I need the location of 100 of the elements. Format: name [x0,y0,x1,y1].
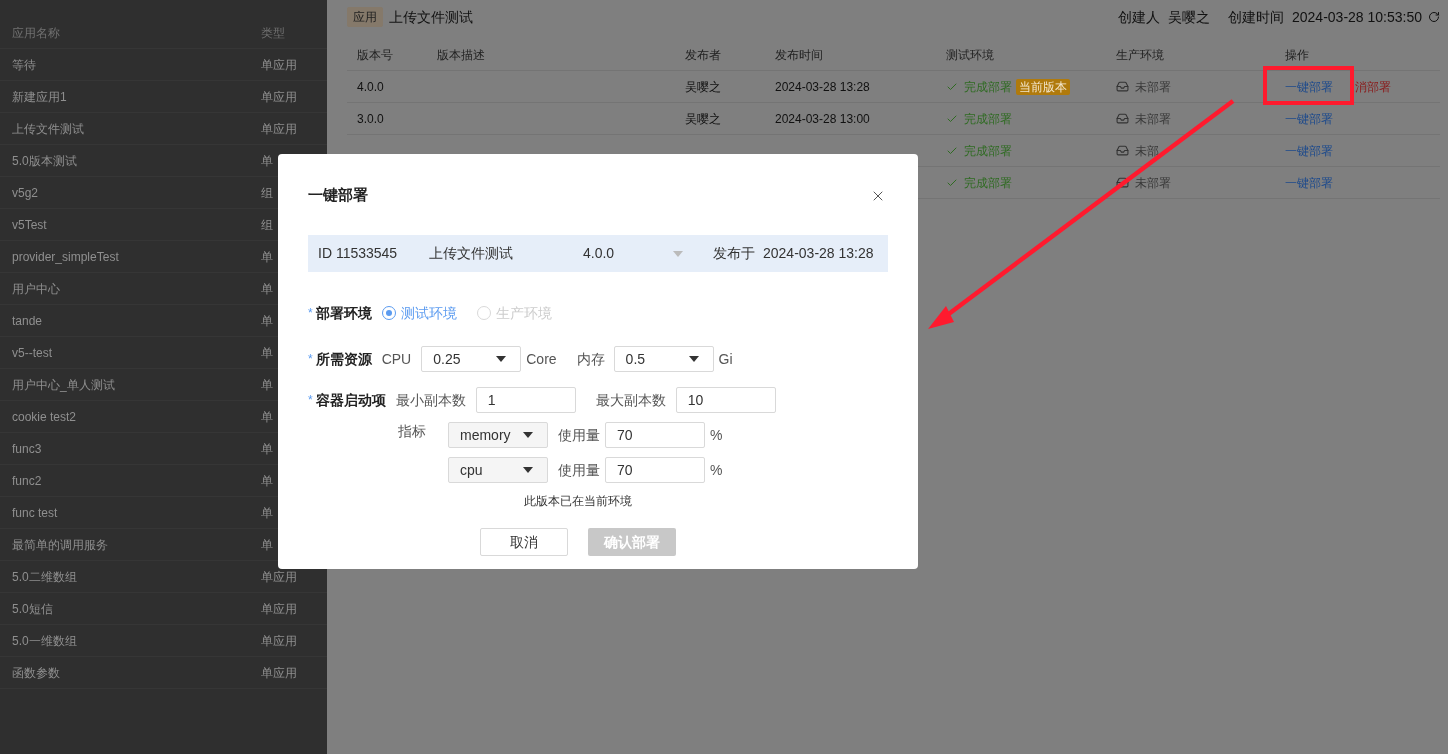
app-type: 单应用 [261,120,297,138]
app-type: 单应用 [261,632,297,650]
app-type: 单应用 [261,664,297,682]
app-name: provider_simpleTest [12,248,120,266]
caret-icon [523,467,533,473]
publisher-cell: 吴嘤之 [685,111,721,126]
app-type: 单 [261,344,273,362]
refresh-icon[interactable] [1428,11,1440,23]
time-cell: 2024-03-28 13:00 [775,111,870,126]
app-type: 单应用 [261,56,297,74]
app-type: 单 [261,376,273,394]
column-header: 版本号 [357,47,393,62]
version-cell: 4.0.0 [357,79,384,94]
app-name: 函数参数 [12,664,61,682]
column-header: 应用名称 [12,24,61,42]
required-mark: * [308,305,313,322]
app-name: 上传文件测试 [429,244,514,263]
app-list-row[interactable]: 函数参数 单应用 [0,657,327,689]
app-type: 组 [261,216,273,234]
status-note: 此版本已在当前环境 [524,493,632,510]
undeploy-link[interactable]: 消部署 [1355,77,1391,96]
published-time: 2024-03-28 13:28 [763,244,874,263]
column-header: 发布者 [685,47,721,62]
app-list-row[interactable]: 等待 单应用 [0,49,327,81]
min-replicas-label: 最小副本数 [395,390,466,410]
prod-env-status: 未部署 [1135,110,1171,128]
deploy-link[interactable]: 一键部署 [1285,109,1333,128]
app-name: 5.0短信 [12,600,54,618]
app-type: 单应用 [261,600,297,618]
cpu-unit: Core [526,349,557,369]
metrics-label: 指标 [398,422,427,440]
cpu-label: CPU [381,349,412,369]
max-replicas-label: 最大副本数 [595,390,666,410]
column-header: 测试环境 [946,47,994,62]
app-list-row[interactable]: 上传文件测试 单应用 [0,113,327,145]
input-field[interactable]: 10 [675,387,776,413]
caret-icon [673,250,683,257]
column-header: 版本描述 [437,47,485,62]
deploy-link[interactable]: 一键部署 [1285,141,1333,160]
app-name: 上传文件测试 [12,120,85,138]
app-name: func2 [12,472,43,490]
input-field[interactable]: 70 [605,422,705,448]
version-select[interactable]: 4.0.0 [583,243,683,264]
app-list-row[interactable]: 5.0短信 单应用 [0,593,327,625]
app-name: v5--test [12,344,53,362]
created-label: 创建时间 [1228,7,1284,27]
select-field[interactable]: 0.5 [613,346,714,372]
prod-env-status: 未部署 [1135,78,1171,96]
deploy-link[interactable]: 一键部署 [1285,173,1333,192]
app-type: 单 [261,248,273,266]
caret-icon [688,356,699,362]
app-type: 单 [261,440,273,458]
percent-unit: % [710,460,723,480]
memory-unit: Gi [718,349,733,369]
usage-label: 使用量 [558,425,600,445]
select-field[interactable]: 0.25 [421,346,522,372]
version-cell: 3.0.0 [357,111,384,126]
deploy-link[interactable]: 一键部署 [1285,77,1333,96]
cancel-button[interactable]: 取消 [480,528,568,556]
usage-label: 使用量 [558,460,600,480]
app-name: 5.0版本测试 [12,152,78,170]
app-type: 单 [261,472,273,490]
radio-option[interactable]: 测试环境 [381,302,457,324]
select-field[interactable]: memory [448,422,548,448]
caret-icon [523,432,533,438]
app-list-row[interactable]: 5.0一维数组 单应用 [0,625,327,657]
test-env-status: 完成部署 [964,142,1012,160]
time-cell: 2024-03-28 13:28 [775,79,870,94]
app-list-row[interactable]: 新建应用1 单应用 [0,81,327,113]
test-env-status: 完成部署 [964,110,1012,128]
column-header: 操作 [1285,47,1309,62]
app-type: 单 [261,152,273,170]
memory-label: 内存 [576,349,605,369]
select-field[interactable]: cpu [448,457,548,483]
app-name: 等待 [12,56,37,74]
publisher-cell: 吴嘤之 [685,79,721,94]
app-type: 单 [261,536,273,554]
creator-name: 吴嘤之 [1168,7,1210,27]
app-type: 单 [261,504,273,522]
test-env-status: 完成部署 [964,174,1012,192]
app-type: 单应用 [261,568,297,586]
app-name: 5.0一维数组 [12,632,78,650]
creator-label: 创建人 [1118,7,1160,27]
current-version-badge: 当前版本 [1016,78,1070,95]
app-name: 用户中心_单人测试 [12,376,116,394]
prod-env-status: 未部 [1135,142,1159,160]
caret-icon [496,356,507,362]
inbox-icon [1116,144,1129,157]
app-name: v5g2 [12,184,40,202]
app-type: 单应用 [261,88,297,106]
app-type: 单 [261,280,273,298]
created-time: 2024-03-28 10:53:50 [1292,7,1422,27]
input-field[interactable]: 70 [605,457,705,483]
column-header: 生产环境 [1116,47,1164,62]
app-name: 最简单的调用服务 [12,536,109,554]
input-field[interactable]: 1 [475,387,576,413]
app-name: tande [12,312,44,330]
app-name: 5.0二维数组 [12,568,78,586]
inbox-icon [1116,112,1129,125]
inbox-icon [1116,80,1129,93]
